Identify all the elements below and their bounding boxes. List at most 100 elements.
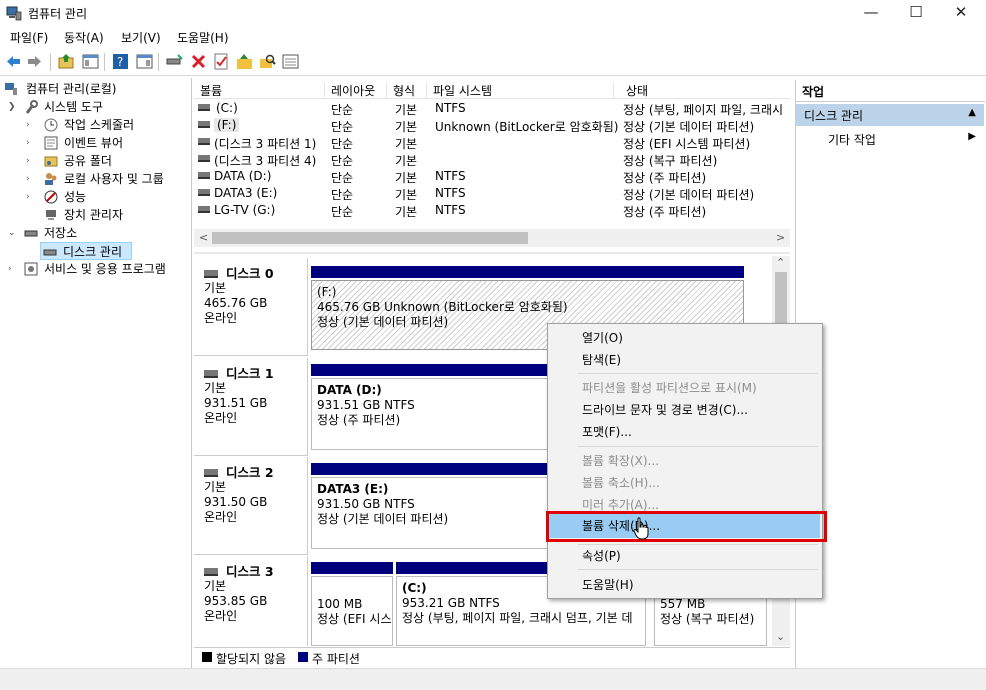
close-button[interactable]: ✕ <box>938 0 984 26</box>
window-title: 컴퓨터 관리 <box>28 7 88 21</box>
actions-section-disk-management[interactable]: 디스크 관리 ▲ <box>796 104 984 126</box>
menu-item-open[interactable]: 열기(O) <box>582 328 623 348</box>
menu-help[interactable]: 도움말(H) <box>177 29 229 46</box>
chevron-right-icon[interactable]: › <box>26 116 30 134</box>
hand-cursor-icon <box>633 517 649 540</box>
clock-icon <box>44 118 58 132</box>
column-header-type[interactable]: 형식 <box>387 82 427 99</box>
collapse-icon[interactable]: ▲ <box>968 107 976 118</box>
chevron-right-icon[interactable]: › <box>26 134 30 152</box>
disk-label[interactable]: 디스크 3 기본 953.85 GB 온라인 <box>194 556 308 646</box>
column-header-volume[interactable]: 볼륨 <box>194 82 325 99</box>
status-bar <box>0 668 986 690</box>
search-folder-icon[interactable] <box>259 53 276 70</box>
chevron-right-icon[interactable]: › <box>8 260 12 278</box>
scroll-up-icon[interactable]: ⌃ <box>776 256 785 269</box>
menu-view[interactable]: 보기(V) <box>121 29 161 46</box>
tree-item-event-viewer[interactable]: › 이벤트 뷰어 <box>4 134 194 152</box>
tree-item-performance[interactable]: › 성능 <box>4 188 194 206</box>
check-properties-icon[interactable] <box>213 53 230 70</box>
volume-icon <box>198 206 210 213</box>
menu-item-format[interactable]: 포맷(F)... <box>582 422 632 442</box>
disk-icon <box>43 249 57 256</box>
help-icon[interactable]: ? <box>112 53 129 70</box>
title-bar: 컴퓨터 관리 — ☐ ✕ <box>0 0 986 26</box>
minimize-button[interactable]: — <box>848 0 894 26</box>
connect-drive-icon[interactable] <box>166 53 183 70</box>
tree-item-storage[interactable]: ⌄ 저장소 <box>4 224 194 242</box>
table-row[interactable]: DATA (D:) 단순 기본 NTFS 정상 (주 파티션) <box>194 168 790 185</box>
menu-item-change-drive-letter[interactable]: 드라이브 문자 및 경로 변경(C)... <box>582 400 748 420</box>
column-header-filesystem[interactable]: 파일 시스템 <box>427 82 614 99</box>
chevron-right-icon[interactable]: › <box>26 170 30 188</box>
toolbar: ? <box>0 48 986 76</box>
show-action-pane-icon[interactable] <box>136 53 153 70</box>
list-view-icon[interactable] <box>282 53 299 70</box>
primary-swatch <box>298 652 308 662</box>
computer-management-icon <box>6 6 22 21</box>
tree-item-shared-folders[interactable]: › 공유 폴더 <box>4 152 194 170</box>
forward-arrow-icon[interactable] <box>26 53 43 70</box>
legend: 할당되지 않음 주 파티션 <box>194 647 790 667</box>
chevron-right-icon[interactable]: › <box>26 152 30 170</box>
volume-icon <box>198 121 210 128</box>
delete-icon[interactable] <box>190 53 207 70</box>
menu-action[interactable]: 동작(A) <box>64 29 104 46</box>
volume-list-header: 볼륨 레이아웃 형식 파일 시스템 상태 <box>194 80 790 99</box>
table-row[interactable]: (C:) 단순 기본 NTFS 정상 (부팅, 페이지 파일, 크래시 <box>194 100 790 117</box>
actions-more[interactable]: 기타 작업 ▶ <box>796 128 984 148</box>
tree-label: 공유 폴더 <box>64 154 112 168</box>
menu-item-properties[interactable]: 속성(P) <box>582 546 621 566</box>
up-folder-icon[interactable] <box>58 53 75 70</box>
partition-bar <box>311 562 393 574</box>
menu-file[interactable]: 파일(F) <box>10 29 48 46</box>
chevron-down-icon[interactable]: ⌄ <box>8 224 16 242</box>
disk-icon <box>204 370 218 378</box>
scroll-right-icon[interactable]: > <box>776 231 785 244</box>
users-icon <box>45 173 57 185</box>
tree-item-device-manager[interactable]: 장치 관리자 <box>4 206 194 224</box>
volume-icon <box>198 172 210 179</box>
maximize-button[interactable]: ☐ <box>893 0 939 26</box>
column-header-layout[interactable]: 레이아웃 <box>325 82 387 99</box>
table-row[interactable]: LG-TV (G:) 단순 기본 NTFS 정상 (주 파티션) <box>194 202 790 219</box>
column-header-status[interactable]: 상태 <box>614 82 790 99</box>
tree-item-local-users[interactable]: › 로컬 사용자 및 그룹 <box>4 170 194 188</box>
legend-primary: 주 파티션 <box>312 652 360 666</box>
volume-icon <box>198 155 210 162</box>
tree-item-root[interactable]: 컴퓨터 관리(로컬) <box>4 80 194 98</box>
tree-label: 시스템 도구 <box>44 100 104 114</box>
back-arrow-icon[interactable] <box>5 53 22 70</box>
scrollbar-thumb[interactable] <box>212 232 528 244</box>
actions-pane: 작업 디스크 관리 ▲ 기타 작업 ▶ <box>795 80 985 668</box>
table-row[interactable]: (디스크 3 파티션 4) 단순 기본 정상 (복구 파티션) <box>194 151 790 168</box>
svg-text:?: ? <box>117 55 123 69</box>
partition-efi[interactable]: 100 MB 정상 (EFI 시스 <box>311 576 393 646</box>
tree-item-system-tools[interactable]: ❯ 시스템 도구 <box>4 98 194 116</box>
storage-icon <box>24 230 38 237</box>
menu-bar: 파일(F) 동작(A) 보기(V) 도움말(H) <box>0 26 986 48</box>
table-row[interactable]: (디스크 3 파티션 1) 단순 기본 정상 (EFI 시스템 파티션) <box>194 134 790 151</box>
menu-item-explore[interactable]: 탐색(E) <box>582 350 621 370</box>
show-hide-tree-icon[interactable] <box>82 53 99 70</box>
scroll-left-icon[interactable]: < <box>199 231 208 244</box>
table-row[interactable]: DATA3 (E:) 단순 기본 NTFS 정상 (기본 데이터 파티션) <box>194 185 790 202</box>
disk-label[interactable]: 디스크 2 기본 931.50 GB 온라인 <box>194 457 308 555</box>
partition-bar <box>311 266 744 278</box>
tree-item-services[interactable]: › 서비스 및 응용 프로그램 <box>4 260 194 278</box>
actions-header: 작업 <box>796 80 985 102</box>
disk-label[interactable]: 디스크 0 기본 465.76 GB 온라인 <box>194 258 308 356</box>
chevron-down-icon[interactable]: ❯ <box>8 98 16 116</box>
tree-item-task-scheduler[interactable]: › 작업 스케줄러 <box>4 116 194 134</box>
tree-label: 이벤트 뷰어 <box>64 136 124 150</box>
list-horizontal-scrollbar[interactable]: < > <box>194 229 790 247</box>
disk-label[interactable]: 디스크 1 기본 931.51 GB 온라인 <box>194 358 308 456</box>
table-row[interactable]: (F:) 단순 기본 Unknown (BitLocker로 암호화됨) 정상 … <box>194 117 790 134</box>
tree-label: 저장소 <box>44 226 78 240</box>
scroll-down-icon[interactable]: ⌄ <box>776 630 785 643</box>
tree-item-disk-management[interactable]: 디스크 관리 <box>40 242 132 260</box>
menu-item-help[interactable]: 도움말(H) <box>582 575 634 595</box>
chevron-right-icon[interactable]: › <box>26 188 30 206</box>
submenu-arrow-icon: ▶ <box>968 131 976 142</box>
up-arrow-folder-icon[interactable] <box>236 53 253 70</box>
